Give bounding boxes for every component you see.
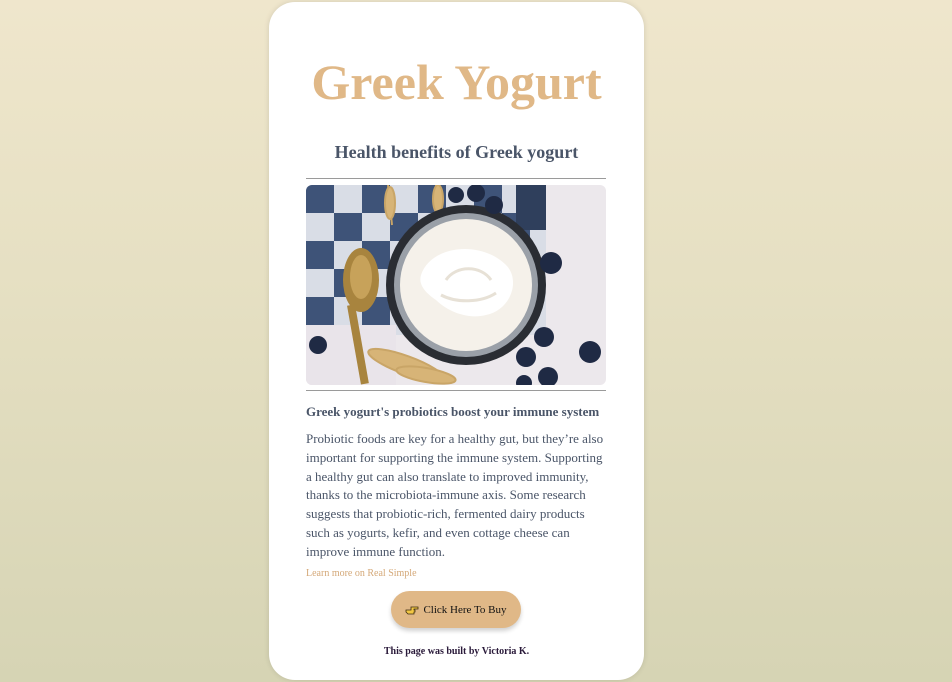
page-subtitle: Health benefits of Greek yogurt xyxy=(334,142,579,162)
section-heading: Greek yogurt's probiotics boost your imm… xyxy=(306,404,600,419)
learn-more-link[interactable]: Learn more on Real Simple xyxy=(306,567,417,581)
section-body: Probiotic foods are key for a healthy gu… xyxy=(306,431,604,559)
pointing-hand-icon xyxy=(405,604,419,616)
footer-credit: This page was built by Victoria K. xyxy=(383,646,530,657)
yogurt-bowl xyxy=(386,205,546,365)
yogurt-image xyxy=(306,185,606,385)
buy-button-label: Click Here To Buy xyxy=(423,603,507,616)
buy-button[interactable]: Click Here To Buy xyxy=(391,591,521,628)
divider-top xyxy=(306,178,606,179)
content-card: Greek Yogurt Health benefits of Greek yo… xyxy=(269,2,644,680)
page-title: Greek Yogurt xyxy=(311,54,602,110)
divider-bottom xyxy=(306,390,606,391)
